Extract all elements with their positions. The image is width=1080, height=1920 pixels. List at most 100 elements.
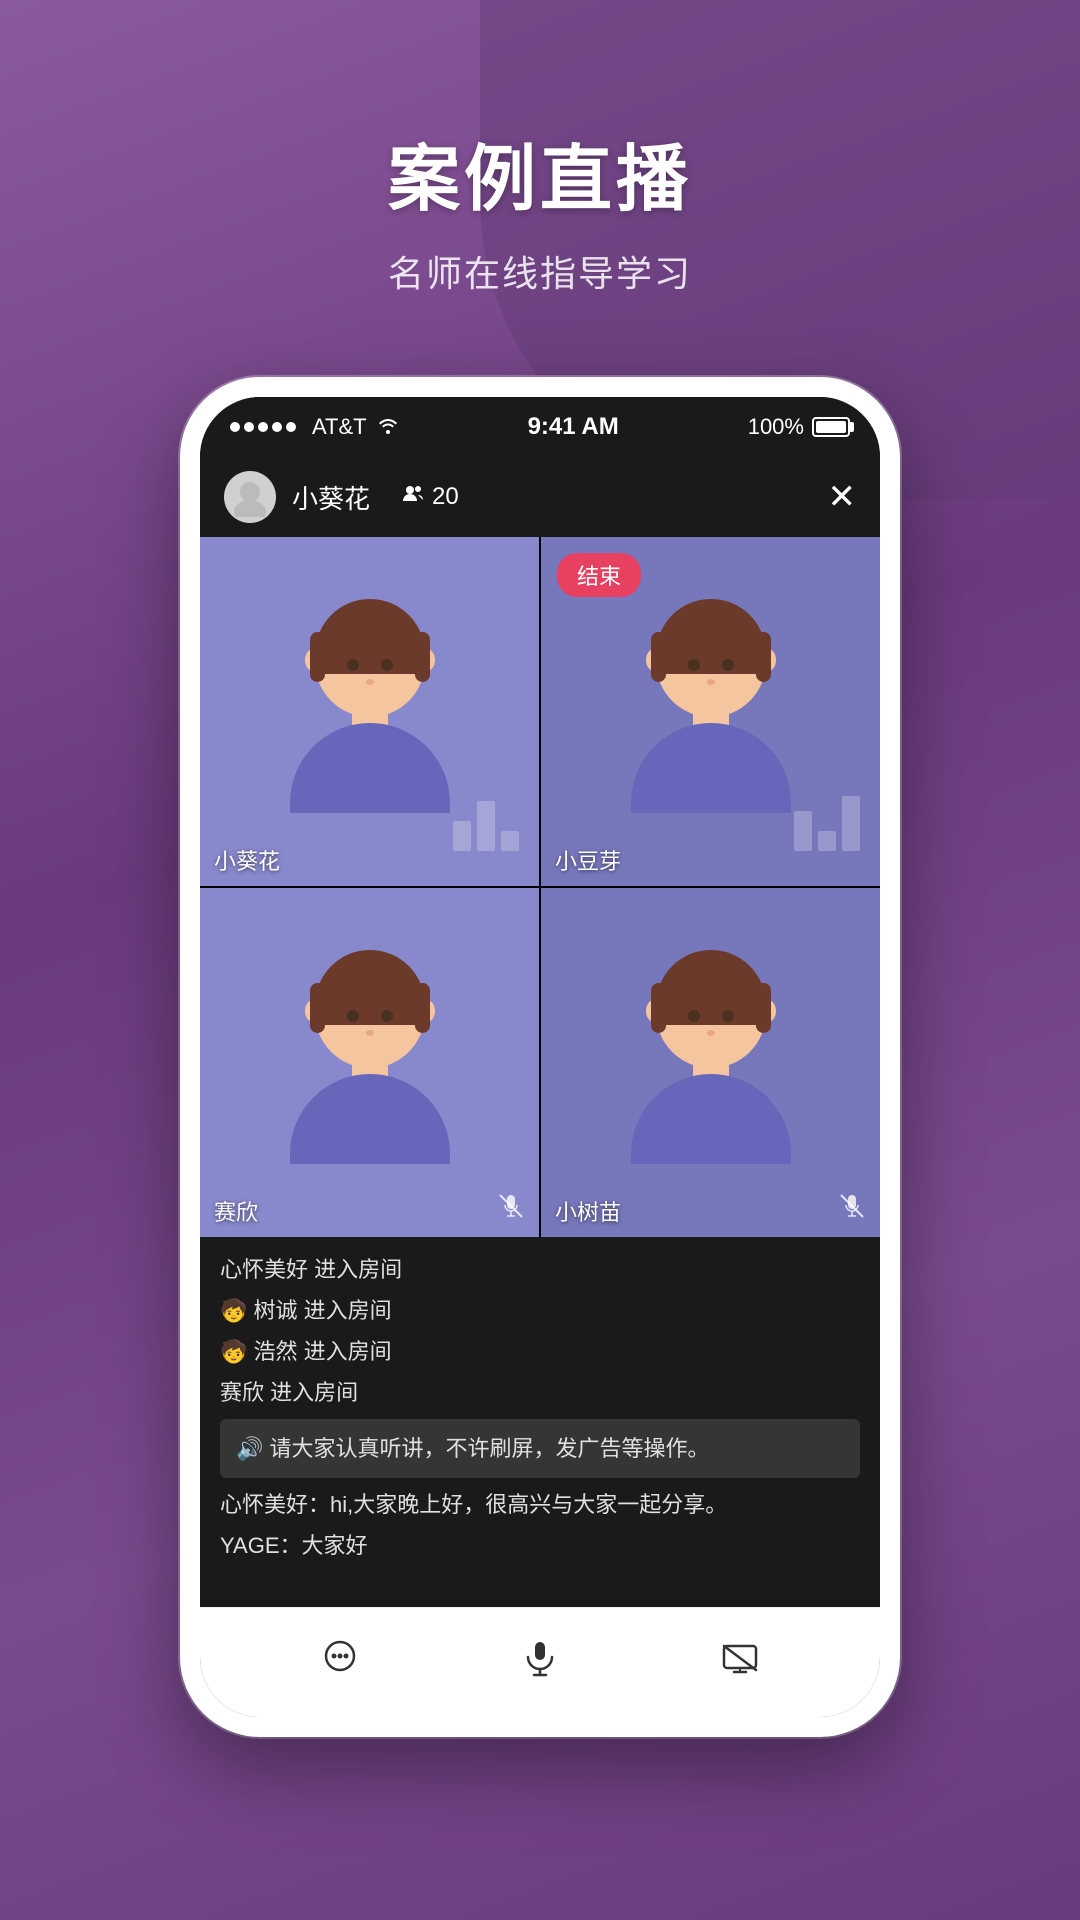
battery-icon (812, 417, 850, 437)
wifi-icon (377, 414, 399, 440)
video-cell-1[interactable]: 小葵花 (200, 537, 539, 886)
battery-fill (816, 421, 846, 433)
chat-msg-1: 🧒 树诚 进入房间 (220, 1294, 860, 1327)
avatar-1 (280, 607, 460, 817)
chat-msg-2: 🧒 浩然 进入房间 (220, 1335, 860, 1368)
bar2-2 (818, 831, 836, 851)
video-cell-3[interactable]: 赛欣 (200, 888, 539, 1237)
status-right: 100% (748, 414, 850, 440)
eye-left-2 (688, 659, 700, 671)
chat-area: 心怀美好 进入房间 🧒 树诚 进入房间 🧒 浩然 进入房间 赛欣 进入房间 🔊 … (200, 1237, 880, 1607)
face-2 (656, 607, 766, 717)
bottom-toolbar (200, 1607, 880, 1717)
viewer-icon (402, 483, 424, 511)
video-cell-2[interactable]: 结束 (541, 537, 880, 886)
bar-1 (453, 821, 471, 851)
hair-side-right-1 (415, 632, 430, 682)
mic-icon (518, 1636, 562, 1690)
chat-button[interactable] (305, 1628, 375, 1698)
end-badge[interactable]: 结束 (557, 553, 641, 597)
face-1 (315, 607, 425, 717)
nose-1 (366, 679, 374, 685)
chat-notice: 🔊 请大家认真听讲，不许刷屏，发广告等操作。 (220, 1419, 860, 1478)
carrier-label: AT&T (312, 414, 367, 440)
bar2-1 (794, 811, 812, 851)
signal-dot-1 (230, 422, 240, 432)
chat-msg-3: 赛欣 进入房间 (220, 1376, 860, 1409)
body-4 (631, 1074, 791, 1164)
signal-dot-2 (244, 422, 254, 432)
bg-bars-2 (794, 796, 860, 851)
avatar-3 (280, 958, 460, 1168)
signal-dot-3 (258, 422, 268, 432)
status-time: 9:41 AM (528, 413, 619, 441)
host-username: 小葵花 (292, 479, 370, 516)
chat-msg-0: 心怀美好 进入房间 (220, 1253, 860, 1286)
nose-2 (707, 679, 715, 685)
nose-4 (707, 1030, 715, 1036)
eye-left-1 (347, 659, 359, 671)
bar-3 (501, 831, 519, 851)
phone-wrapper: AT&T 9:41 AM 100% (0, 377, 1080, 1737)
signal-dots (230, 422, 296, 432)
eye-right-2 (722, 659, 734, 671)
page-subtitle: 名师在线指导学习 (0, 245, 1080, 297)
video-cell-4[interactable]: 小树苗 (541, 888, 880, 1237)
video-label-2: 小豆芽 (555, 844, 621, 876)
hair-side-right-3 (415, 983, 430, 1033)
screen-button[interactable] (705, 1628, 775, 1698)
mic-button[interactable] (505, 1628, 575, 1698)
close-button[interactable]: ✕ (828, 477, 857, 517)
status-left: AT&T (230, 414, 399, 440)
video-label-4: 小树苗 (555, 1195, 621, 1227)
body-3 (290, 1074, 450, 1164)
phone-screen: AT&T 9:41 AM 100% (200, 397, 880, 1717)
battery-text: 100% (748, 414, 804, 440)
phone-frame: AT&T 9:41 AM 100% (180, 377, 900, 1737)
page-title: 案例直播 (0, 120, 1080, 225)
eyes-3 (347, 1010, 393, 1022)
eye-left-4 (688, 1010, 700, 1022)
eye-right-4 (722, 1010, 734, 1022)
eye-left-3 (347, 1010, 359, 1022)
emoji-2: 🧒 (220, 1339, 247, 1364)
host-avatar (224, 471, 276, 523)
hair-side-left-1 (310, 632, 325, 682)
face-4 (656, 958, 766, 1068)
screen-off-icon (718, 1636, 762, 1690)
video-label-3: 赛欣 (214, 1195, 258, 1227)
emoji-1: 🧒 (220, 1298, 247, 1323)
hair-side-left-4 (651, 983, 666, 1033)
eyes-4 (688, 1010, 734, 1022)
status-bar: AT&T 9:41 AM 100% (200, 397, 880, 457)
eye-right-3 (381, 1010, 393, 1022)
chat-icon (318, 1636, 362, 1690)
chat-msg-4: 心怀美好：hi,大家晚上好，很高兴与大家一起分享。 (220, 1488, 860, 1521)
body-1 (290, 723, 450, 813)
avatar-2 (621, 607, 801, 817)
viewer-count-text: 20 (432, 483, 459, 511)
page-header: 案例直播 名师在线指导学习 (0, 0, 1080, 337)
signal-dot-4 (272, 422, 282, 432)
body-2 (631, 723, 791, 813)
hair-side-left-3 (310, 983, 325, 1033)
bar-2 (477, 801, 495, 851)
chat-msg-5: YAGE：大家好 (220, 1529, 860, 1562)
viewer-count: 20 (402, 483, 459, 511)
signal-dot-5 (286, 422, 296, 432)
bg-bars-1 (453, 801, 519, 851)
avatar-4 (621, 958, 801, 1168)
eye-right-1 (381, 659, 393, 671)
notice-text: 🔊 请大家认真听讲，不许刷屏，发广告等操作。 (236, 1436, 710, 1461)
video-label-1: 小葵花 (214, 844, 280, 876)
hair-side-right-2 (756, 632, 771, 682)
face-3 (315, 958, 425, 1068)
bar2-3 (842, 796, 860, 851)
video-grid: 小葵花 结束 (200, 537, 880, 1237)
app-header: 小葵花 20 ✕ (200, 457, 880, 537)
hair-side-right-4 (756, 983, 771, 1033)
mute-icon-4 (838, 1192, 866, 1227)
mute-icon-3 (497, 1192, 525, 1227)
hair-side-left-2 (651, 632, 666, 682)
eyes-2 (688, 659, 734, 671)
